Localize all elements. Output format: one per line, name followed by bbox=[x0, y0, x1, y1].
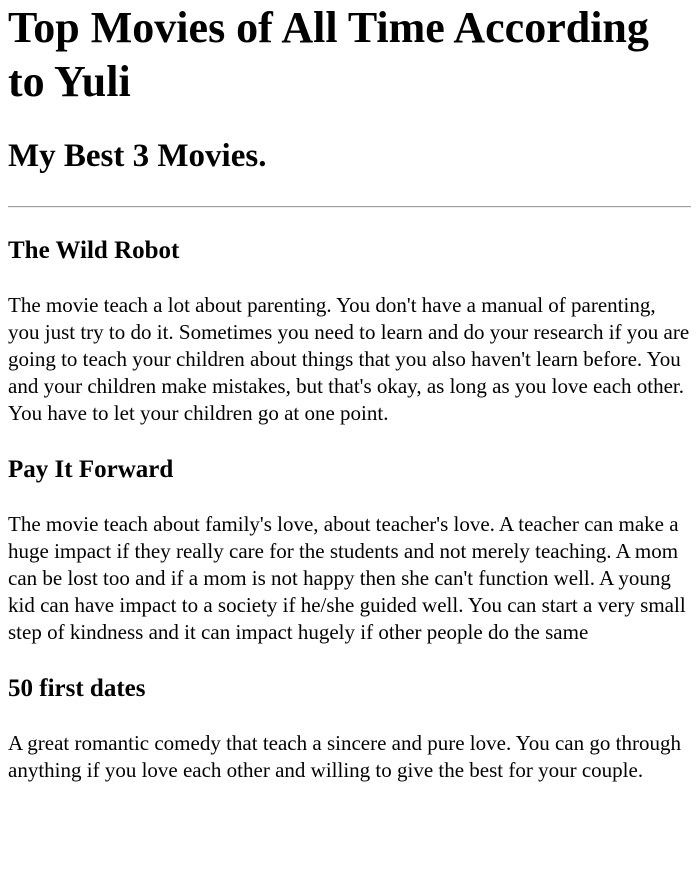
movie-description: A great romantic comedy that teach a sin… bbox=[8, 731, 681, 782]
movie-description: The movie teach a lot about parenting. Y… bbox=[8, 293, 690, 425]
divider bbox=[8, 206, 691, 208]
movie-description: The movie teach about family's love, abo… bbox=[8, 512, 686, 644]
movie-section-pay-it-forward: Pay It Forward The movie teach about fam… bbox=[8, 455, 691, 646]
movie-title: The Wild Robot bbox=[8, 237, 180, 264]
movie-section-50-first-dates: 50 first dates A great romantic comedy t… bbox=[8, 674, 691, 784]
movie-section-wild-robot: The Wild Robot The movie teach a lot abo… bbox=[8, 236, 691, 427]
page-subtitle: My Best 3 Movies. bbox=[8, 138, 267, 174]
movie-title: 50 first dates bbox=[8, 675, 146, 702]
movie-title: Pay It Forward bbox=[8, 456, 174, 483]
page-title: Top Movies of All Time According to Yuli bbox=[8, 3, 649, 106]
